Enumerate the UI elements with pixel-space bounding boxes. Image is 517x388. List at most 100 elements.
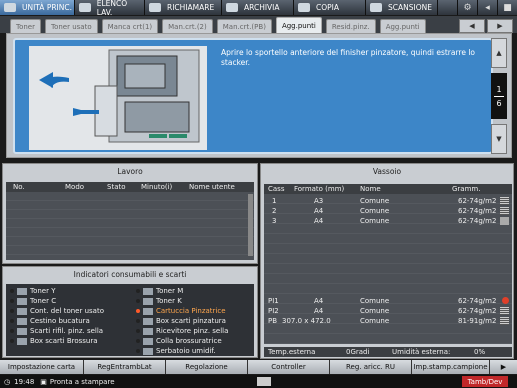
box-icon [17,337,27,345]
col-gramm: Gramm. [452,185,481,193]
receiver-icon [143,327,153,335]
tray-row-2[interactable]: 2 A4 Comune 62-74g/m2 [264,206,512,216]
tray-formato: A4 [314,297,324,305]
toner-icon [17,297,27,305]
reg-aricc-ru-button[interactable]: Reg. aricc. RU [330,360,412,374]
consumable-label: Box scarti pinzatura [156,317,226,325]
regolazione-button[interactable]: Regolazione [166,360,248,374]
tray-row-3[interactable]: 3 A4 Comune 62-74g/m2 [264,216,512,226]
richiamare-label: RICHIAMARE [167,3,215,12]
col-stato: Stato [107,183,126,191]
humidity-label: Umidità esterna: [392,348,451,356]
tab-man-crt-pb[interactable]: Man.crt.(PB) [216,19,272,33]
consumable-label: Toner Y [30,287,56,295]
keyboard-icon[interactable] [257,377,271,386]
consumable-toner-y: Toner Y [10,286,56,296]
reg-entrambi-lat-button[interactable]: RegEntrambLat [84,360,166,374]
temp-value: 0Gradi [346,348,370,356]
scroll-up-button[interactable]: ▲ [491,38,507,68]
tray-row-pi2[interactable]: PI2 A4 Comune 62-74g/m2 [264,306,512,316]
col-cass: Cass [268,185,285,193]
tray-gramm: 62-74g/m2 [458,197,497,205]
tray-formato: A3 [314,197,324,205]
col-no: No. [13,183,25,191]
tray-row-1[interactable]: 1 A3 Comune 62-74g/m2 [264,196,512,206]
tray-cass: PI1 [268,297,279,305]
consumable-colla-brossuratrice: Colla brossuratrice [136,336,222,346]
humidity-value: 0% [474,348,486,356]
lavoro-scrollbar[interactable] [248,194,253,256]
imp-stamp-campione-button[interactable]: Imp.stamp.campione [412,360,490,374]
power-icon[interactable]: ■ [497,0,517,15]
tab-resid-pinz[interactable]: Resid.pinz. [325,19,376,33]
toner-icon [17,287,27,295]
settings-icon[interactable]: ⚙ [457,0,477,15]
environment-bar: Temp.esterna 0Gradi Umidità esterna: 0% [264,347,512,357]
tray-cass: PB [268,317,278,325]
staple-icon [143,307,153,315]
tray-cass: 3 [272,217,277,225]
tray-nome: Comune [360,217,390,225]
consumable-label: Cestino bucatura [30,317,90,325]
glue-icon [143,337,153,345]
consumable-label: Cartuccia Pinzatrice [156,307,226,315]
tray-cass: 2 [272,207,277,215]
volume-icon[interactable]: ◂ [477,0,497,15]
col-minuti: Minuto(i) [141,183,173,191]
vassoio-list: 1 A3 Comune 62-74g/m2 2 A4 Comune 62-74g… [264,194,512,344]
clock-icon: ◷ [4,377,11,386]
scroll-down-button[interactable]: ▼ [491,124,507,154]
unita-princ-button[interactable]: UNITÀ PRINC. [0,0,75,15]
archivia-button[interactable]: ARCHIVIA [222,0,294,15]
page-indicator: 1 6 [491,73,507,119]
tray-row-pi1[interactable]: PI1 A4 Comune 62-74g/m2 [264,296,512,306]
consumable-label: Serbatoio umidif. [156,347,216,355]
tab-next-button[interactable]: ▶ [487,19,513,33]
scan-icon [370,3,382,12]
bottom-next-button[interactable]: ▶ [490,360,517,374]
top-bar: UNITÀ PRINC. ELENCO LAV. RICHIAMARE ARCH… [0,0,517,17]
tray-gramm: 81-91g/m2 [458,317,497,325]
warning-indicator [502,297,509,304]
guide-panel: Aprire lo sportello anteriore del finish… [6,33,512,158]
unita-princ-label: UNITÀ PRINC. [22,3,73,12]
tray-nome: Comune [360,207,390,215]
bottom-bar: Impostazione carta RegEntrambLat Regolaz… [0,360,517,374]
tab-agg-punti[interactable]: Agg.punti [275,17,322,33]
consumabili-panel: Indicatori consumabili e scarti Toner Y … [2,266,258,358]
page-current: 1 [496,84,502,94]
consumable-label: Toner C [30,297,57,305]
impostazione-carta-button[interactable]: Impostazione carta [0,360,84,374]
tamb-dev-badge[interactable]: Tamb/Dev [462,376,508,387]
tab-toner-usato[interactable]: Toner usato [45,19,98,33]
consumable-box-scarti-pinzatura: Box scarti pinzatura [136,316,226,326]
controller-button[interactable]: Controller [248,360,330,374]
consumabili-grid: Toner Y Toner C Cont. del toner usato Ce… [6,284,254,356]
tray-nome: Comune [360,297,390,305]
punch-icon [17,317,27,325]
copia-button[interactable]: COPIA [294,0,366,15]
tray-cass: PI2 [268,307,279,315]
tab-prev-button[interactable]: ◀ [459,19,485,33]
lavoro-list[interactable] [6,192,254,260]
tray-nome: Comune [360,317,390,325]
tray-row-pb[interactable]: PB 307.0 x 472.0 Comune 81-91g/m2 [264,316,512,326]
tab-man-crt-2[interactable]: Man.crt.(2) [162,19,213,33]
scansione-button[interactable]: SCANSIONE [366,0,438,15]
paper-level-indicator [500,317,509,325]
tray-cass: 1 [272,197,277,205]
tab-toner[interactable]: Toner [10,19,41,33]
scansione-label: SCANSIONE [388,3,432,12]
toner-icon [143,287,153,295]
elenco-lav-button[interactable]: ELENCO LAV. [75,0,145,17]
richiamare-button[interactable]: RICHIAMARE [145,0,222,15]
guide-scroll: ▲ 1 6 ▼ [491,38,507,154]
warning-dot [136,309,140,313]
machine-icon [4,3,16,12]
archive-icon [226,3,238,12]
tab-manca-crt-1[interactable]: Manca crt(1) [101,19,159,33]
tab-agg-punti-2[interactable]: Agg.punti [379,19,426,33]
consumable-cartuccia-pinzatrice: Cartuccia Pinzatrice [136,306,226,316]
consumable-label: Toner K [156,297,182,305]
tank-icon [143,347,153,355]
